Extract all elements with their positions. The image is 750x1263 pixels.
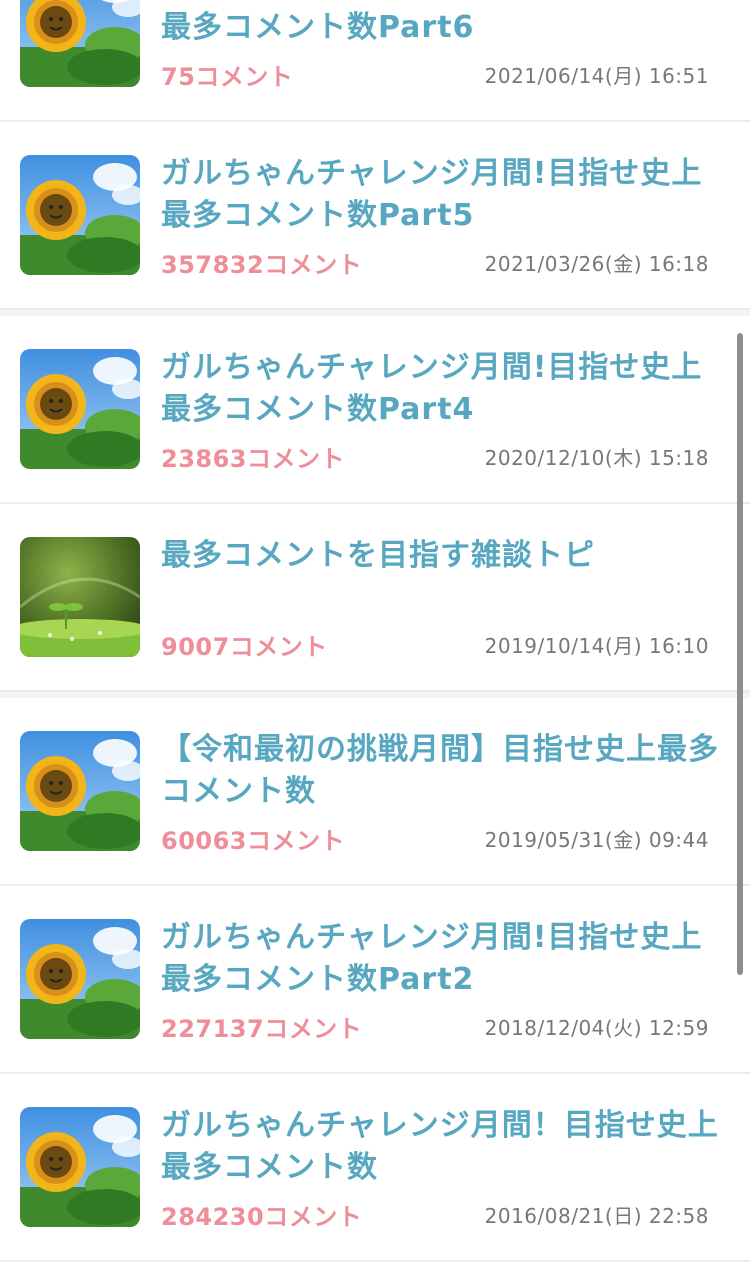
- post-date: 2018/12/04(火) 12:59: [484, 1016, 709, 1040]
- comment-count: 75コメント: [161, 63, 294, 91]
- sunflower-icon: [20, 155, 140, 275]
- topic-item[interactable]: ガルちゃんチャレンジ月間！目指せ史上最多コメント数 284230コメント 201…: [0, 1074, 750, 1262]
- post-date: 2019/05/31(金) 09:44: [484, 828, 709, 852]
- post-date: 2016/08/21(日) 22:58: [484, 1204, 709, 1228]
- topic-title[interactable]: ガルちゃんチャレンジ月間！目指せ史上最多コメント数: [161, 1105, 721, 1189]
- topic-title[interactable]: ガルちゃんチャレンジ月間!目指せ史上最多コメント数Part5: [161, 153, 721, 237]
- post-date: 2020/12/10(木) 15:18: [484, 446, 709, 470]
- post-date: 2021/03/26(金) 16:18: [484, 252, 709, 276]
- scrollbar[interactable]: [737, 333, 743, 975]
- post-date: 2021/06/14(月) 16:51: [484, 64, 709, 88]
- comment-count: 227137コメント: [161, 1015, 363, 1043]
- sunflower-icon: [20, 349, 140, 469]
- topic-title[interactable]: ガルちゃんチャレンジ月間!目指せ史上最多コメント数Part2: [161, 917, 721, 1001]
- topic-item[interactable]: 最多コメントを目指す雑談トピ 9007コメント 2019/10/14(月) 16…: [0, 504, 750, 698]
- sunflower-icon: [20, 919, 140, 1039]
- topic-item[interactable]: ガルちゃんチャレンジ月間!目指せ史上最多コメント数Part5 357832コメン…: [0, 122, 750, 316]
- comment-count: 23863コメント: [161, 445, 345, 473]
- topic-item[interactable]: 【令和最初の挑戦月間】目指せ史上最多コメント数 60063コメント 2019/0…: [0, 698, 750, 886]
- topic-item[interactable]: ガルちゃんチャレンジ月間!目指せ史上最多コメント数Part6 75コメント 20…: [0, 0, 750, 122]
- sprout-icon: [20, 537, 140, 657]
- comment-count: 60063コメント: [161, 827, 345, 855]
- topic-title[interactable]: 【令和最初の挑戦月間】目指せ史上最多コメント数: [161, 729, 721, 813]
- sunflower-icon: [20, 731, 140, 851]
- comment-count: 357832コメント: [161, 251, 363, 279]
- sunflower-icon: [20, 0, 140, 87]
- topic-title[interactable]: ガルちゃんチャレンジ月間!目指せ史上最多コメント数Part6: [161, 0, 721, 49]
- topic-title[interactable]: 最多コメントを目指す雑談トピ: [161, 535, 721, 577]
- sunflower-icon: [20, 1107, 140, 1227]
- comment-count: 284230コメント: [161, 1203, 363, 1231]
- comment-count: 9007コメント: [161, 633, 328, 661]
- topic-item[interactable]: ガルちゃんチャレンジ月間!目指せ史上最多コメント数Part4 23863コメント…: [0, 316, 750, 504]
- topic-title[interactable]: ガルちゃんチャレンジ月間!目指せ史上最多コメント数Part4: [161, 347, 721, 431]
- topic-list-screen: ガルちゃんチャレンジ月間!目指せ史上最多コメント数Part6 75コメント 20…: [0, 0, 750, 1263]
- topic-list: ガルちゃんチャレンジ月間!目指せ史上最多コメント数Part6 75コメント 20…: [0, 0, 750, 1262]
- post-date: 2019/10/14(月) 16:10: [484, 634, 709, 658]
- topic-item[interactable]: ガルちゃんチャレンジ月間!目指せ史上最多コメント数Part2 227137コメン…: [0, 886, 750, 1074]
